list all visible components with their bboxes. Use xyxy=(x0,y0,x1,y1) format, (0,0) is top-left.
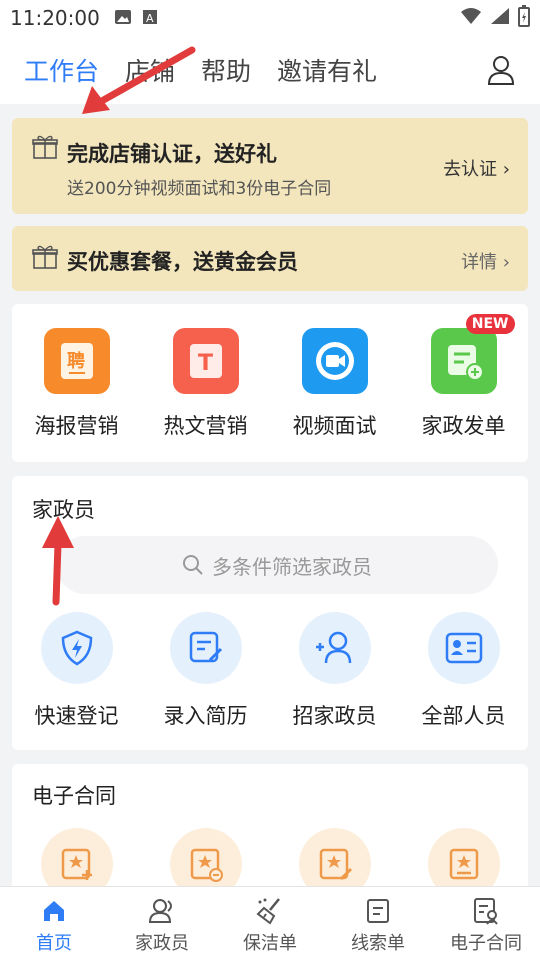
tool-label: 家政发单 xyxy=(421,414,506,438)
wifi-icon xyxy=(460,6,482,30)
section-title: 电子合同 xyxy=(32,784,116,808)
recruit-housekeeper-button[interactable]: 招家政员 xyxy=(270,612,399,730)
contract-edit-icon xyxy=(298,828,371,894)
nav-label: 保洁单 xyxy=(243,933,297,954)
contract-minus-icon xyxy=(169,828,242,894)
go-certify-link[interactable]: 去认证 › xyxy=(443,155,510,181)
banner-title: 买优惠套餐，送黄金会员 xyxy=(67,250,298,274)
tool-label: 视频面试 xyxy=(292,414,377,438)
red-arrow-annotation xyxy=(82,46,196,114)
staff-action-label: 快速登记 xyxy=(34,704,119,728)
gift-icon xyxy=(32,134,58,160)
image-icon xyxy=(114,6,132,30)
banner-subtitle: 送200分钟视频面试和3份电子合同 xyxy=(67,179,332,199)
battery-icon xyxy=(518,4,530,32)
quick-register-button[interactable]: 快速登记 xyxy=(12,612,141,730)
edit-doc-icon xyxy=(169,612,242,684)
contract-star-icon xyxy=(427,828,500,894)
tool-video-interview[interactable]: 视频面试 xyxy=(270,328,399,440)
svg-text:聘: 聘 xyxy=(67,350,85,372)
details-link[interactable]: 详情 › xyxy=(461,248,510,274)
staff-search-input[interactable]: 多条件筛选家政员 xyxy=(56,536,498,594)
staff-action-label: 全部人员 xyxy=(421,704,506,728)
certify-store-banner[interactable]: 完成店铺认证，送好礼 送200分钟视频面试和3份电子合同 去认证 › xyxy=(12,118,528,214)
tool-poster-marketing[interactable]: 聘 海报营销 xyxy=(12,328,141,440)
gift-icon xyxy=(32,244,58,270)
marketing-tools-card: 聘 海报营销 T 热文营销 视频面试 NEW 家政发单 xyxy=(12,304,528,462)
home-icon xyxy=(0,897,108,925)
search-placeholder: 多条件筛选家政员 xyxy=(212,554,372,579)
broom-icon xyxy=(216,897,324,925)
contract-action-view[interactable] xyxy=(399,828,528,894)
contract-action-edit[interactable] xyxy=(270,828,399,894)
poster-icon: 聘 xyxy=(43,328,110,394)
tab-invite[interactable]: 邀请有礼 xyxy=(277,52,377,88)
add-person-icon xyxy=(298,612,371,684)
people-icon xyxy=(108,897,216,925)
tab-help[interactable]: 帮助 xyxy=(201,52,251,88)
nav-e-contract[interactable]: 电子合同 xyxy=(432,887,540,960)
staff-action-label: 录入简历 xyxy=(163,704,248,728)
svg-text:A: A xyxy=(146,12,154,25)
svg-text:T: T xyxy=(198,351,213,376)
contract-action-create[interactable] xyxy=(12,828,141,894)
nav-label: 家政员 xyxy=(135,933,189,954)
enter-resume-button[interactable]: 录入简历 xyxy=(141,612,270,730)
signal-icon xyxy=(490,6,510,30)
nav-label: 电子合同 xyxy=(450,933,522,954)
nav-home[interactable]: 首页 xyxy=(0,887,108,960)
status-bar: 11:20:00 A xyxy=(0,0,540,36)
search-icon xyxy=(183,555,203,575)
order-icon: NEW xyxy=(430,314,515,394)
package-promo-banner[interactable]: 买优惠套餐，送黄金会员 详情 › xyxy=(12,226,528,291)
article-icon: T xyxy=(172,328,239,394)
video-icon xyxy=(301,328,368,394)
new-badge: NEW xyxy=(465,314,515,334)
all-staff-button[interactable]: 全部人员 xyxy=(399,612,528,730)
chevron-right-icon: › xyxy=(502,159,510,180)
tool-housekeeping-order[interactable]: NEW 家政发单 xyxy=(399,314,528,440)
housekeeper-card: 家政员 多条件筛选家政员 快速登记 录入简历 招家政员 全部人员 xyxy=(12,476,528,750)
banner-title: 完成店铺认证，送好礼 xyxy=(67,142,277,166)
e-contract-card: 电子合同 xyxy=(12,764,528,894)
go-certify-label: 去认证 xyxy=(443,159,498,180)
nav-label: 首页 xyxy=(36,933,72,954)
clue-icon xyxy=(324,897,432,925)
font-icon: A xyxy=(142,6,158,30)
chevron-right-icon: › xyxy=(502,252,510,273)
details-label: 详情 xyxy=(461,252,498,273)
nav-cleaning-orders[interactable]: 保洁单 xyxy=(216,887,324,960)
user-icon[interactable] xyxy=(486,54,516,86)
tool-label: 热文营销 xyxy=(163,414,248,438)
tool-article-marketing[interactable]: T 热文营销 xyxy=(141,328,270,440)
red-arrow-annotation xyxy=(42,516,74,606)
nav-leads[interactable]: 线索单 xyxy=(324,887,432,960)
shield-bolt-icon xyxy=(40,612,113,684)
tool-label: 海报营销 xyxy=(34,414,119,438)
staff-action-label: 招家政员 xyxy=(292,704,377,728)
bottom-nav: 首页 家政员 保洁单 线索单 电子合同 xyxy=(0,886,540,960)
contract-icon xyxy=(432,897,540,925)
contract-action-remove[interactable] xyxy=(141,828,270,894)
id-card-icon xyxy=(427,612,500,684)
nav-label: 线索单 xyxy=(351,933,405,954)
contract-add-icon xyxy=(40,828,113,894)
status-time: 11:20:00 xyxy=(10,6,100,30)
nav-housekeepers[interactable]: 家政员 xyxy=(108,887,216,960)
